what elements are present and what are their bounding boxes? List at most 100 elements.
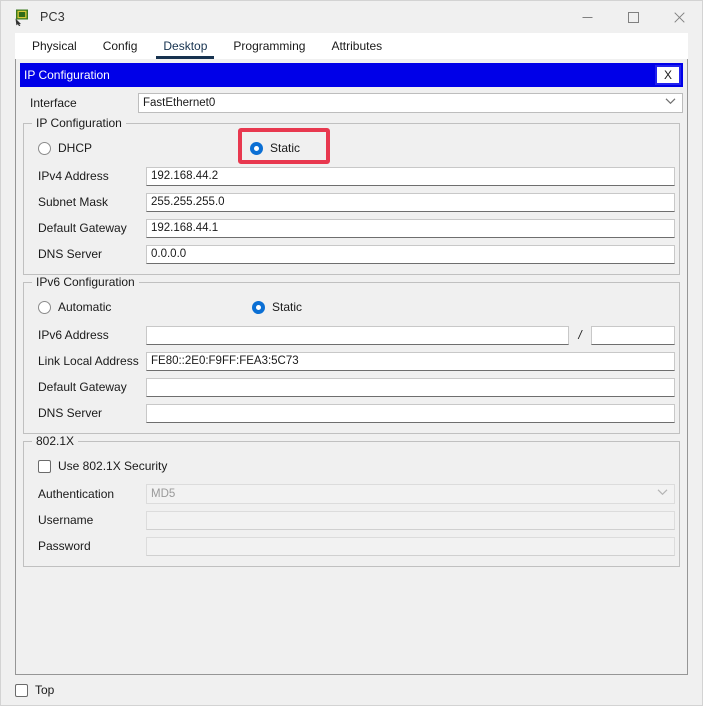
- use-dot1x-security-checkbox[interactable]: [38, 460, 51, 473]
- ipv6-automatic-radio-icon[interactable]: [38, 301, 51, 314]
- tab-attributes-label: Attributes: [331, 39, 382, 53]
- dot1x-enable-row: Use 802.1X Security: [28, 451, 675, 481]
- ipv6-static-radio-icon[interactable]: [252, 301, 265, 314]
- ipv4-address-value: 192.168.44.2: [151, 170, 218, 182]
- ipv6-prefix-separator: /: [569, 328, 591, 342]
- ipv6-configuration-group: IPv6 Configuration Automatic Static: [23, 282, 680, 434]
- password-row: Password: [28, 533, 675, 559]
- ipv6-static-radio-option[interactable]: Static: [252, 300, 302, 314]
- tab-strip-container: Physical Config Desktop Programming Attr…: [1, 33, 702, 59]
- minimize-button[interactable]: [564, 1, 610, 33]
- ipv6-address-input[interactable]: [146, 326, 569, 345]
- username-input[interactable]: [146, 511, 675, 530]
- ipv6-default-gateway-row: Default Gateway: [28, 374, 675, 400]
- ipv6-dns-server-label: DNS Server: [28, 406, 146, 420]
- static-radio-option[interactable]: Static: [250, 141, 300, 155]
- link-local-address-label: Link Local Address: [28, 354, 146, 368]
- subnet-mask-input[interactable]: 255.255.255.0: [146, 193, 675, 212]
- authentication-select[interactable]: MD5: [146, 484, 675, 504]
- ipv6-address-group: /: [146, 326, 675, 345]
- ipv4-dns-server-label: DNS Server: [28, 247, 146, 261]
- tab-desktop[interactable]: Desktop: [150, 33, 220, 59]
- authentication-label: Authentication: [28, 487, 146, 501]
- ipv6-group-body: Automatic Static IPv6 Address /: [28, 283, 675, 426]
- ipv4-default-gateway-label: Default Gateway: [28, 221, 146, 235]
- ipv6-static-label: Static: [272, 300, 302, 314]
- chevron-down-icon: [657, 487, 668, 499]
- dot1x-group-title: 802.1X: [32, 434, 78, 448]
- ipv4-configuration-group: IP Configuration DHCP Static: [23, 123, 680, 275]
- ipv6-dns-server-input[interactable]: [146, 404, 675, 423]
- link-local-address-input[interactable]: FE80::2E0:F9FF:FEA3:5C73: [146, 352, 675, 371]
- ipv4-address-input[interactable]: 192.168.44.2: [146, 167, 675, 186]
- username-label: Username: [28, 513, 146, 527]
- ipv6-dns-server-row: DNS Server: [28, 400, 675, 426]
- desktop-panel: IP Configuration X Interface FastEtherne…: [15, 59, 688, 675]
- ipv4-address-label: IPv4 Address: [28, 169, 146, 183]
- packet-tracer-pc-icon: [13, 8, 31, 26]
- static-radio-icon[interactable]: [250, 142, 263, 155]
- ipv6-address-row: IPv6 Address /: [28, 322, 675, 348]
- ipv6-default-gateway-label: Default Gateway: [28, 380, 146, 394]
- tab-programming[interactable]: Programming: [220, 33, 318, 59]
- dialog-close-button[interactable]: X: [655, 65, 681, 85]
- interface-label: Interface: [20, 96, 138, 110]
- interface-value: FastEthernet0: [143, 97, 215, 109]
- subnet-mask-value: 255.255.255.0: [151, 196, 225, 208]
- ipv6-group-title: IPv6 Configuration: [32, 275, 139, 289]
- panel-container: IP Configuration X Interface FastEtherne…: [1, 59, 702, 675]
- interface-select[interactable]: FastEthernet0: [138, 93, 683, 113]
- ipv6-automatic-label: Automatic: [58, 300, 111, 314]
- password-label: Password: [28, 539, 146, 553]
- ipv4-default-gateway-input[interactable]: 192.168.44.1: [146, 219, 675, 238]
- tab-programming-label: Programming: [233, 39, 305, 53]
- ipv6-address-label: IPv6 Address: [28, 328, 146, 342]
- title-bar: PC3: [1, 1, 702, 33]
- link-local-address-row: Link Local Address FE80::2E0:F9FF:FEA3:5…: [28, 348, 675, 374]
- panel-filler: [20, 567, 683, 674]
- use-dot1x-security-option[interactable]: Use 802.1X Security: [28, 459, 167, 473]
- tab-attributes[interactable]: Attributes: [318, 33, 395, 59]
- ip-configuration-header: IP Configuration X: [20, 63, 683, 87]
- window-title: PC3: [40, 10, 65, 24]
- ipv4-default-gateway-value: 192.168.44.1: [151, 222, 218, 234]
- dot1x-group: 802.1X Use 802.1X Security Authenticatio…: [23, 441, 680, 567]
- pc-device-window: PC3 Physical Config Desktop Programming …: [0, 0, 703, 706]
- interface-row: Interface FastEthernet0: [20, 90, 683, 116]
- subnet-mask-label: Subnet Mask: [28, 195, 146, 209]
- ipv6-mode-row: Automatic Static: [28, 292, 675, 322]
- static-label: Static: [270, 141, 300, 155]
- dhcp-label: DHCP: [58, 141, 92, 155]
- authentication-value: MD5: [151, 488, 175, 500]
- username-row: Username: [28, 507, 675, 533]
- ipv6-default-gateway-input[interactable]: [146, 378, 675, 397]
- footer-bar: Top: [1, 675, 702, 705]
- ipv4-mode-row: DHCP Static: [28, 133, 675, 163]
- ipv4-dns-server-input[interactable]: 0.0.0.0: [146, 245, 675, 264]
- tab-config[interactable]: Config: [90, 33, 151, 59]
- dhcp-radio-option[interactable]: DHCP: [28, 141, 146, 155]
- dot1x-group-body: Use 802.1X Security Authentication MD5: [28, 442, 675, 559]
- authentication-row: Authentication MD5: [28, 481, 675, 507]
- dhcp-radio-icon[interactable]: [38, 142, 51, 155]
- ipv6-prefix-input[interactable]: [591, 326, 675, 345]
- subnet-mask-row: Subnet Mask 255.255.255.0: [28, 189, 675, 215]
- tab-physical-label: Physical: [32, 39, 77, 53]
- chevron-down-icon: [665, 96, 676, 108]
- ipv4-dns-server-value: 0.0.0.0: [151, 248, 186, 260]
- ipv4-default-gateway-row: Default Gateway 192.168.44.1: [28, 215, 675, 241]
- maximize-button[interactable]: [610, 1, 656, 33]
- tab-strip: Physical Config Desktop Programming Attr…: [15, 33, 688, 59]
- ipv6-automatic-radio-option[interactable]: Automatic: [28, 300, 146, 314]
- password-input[interactable]: [146, 537, 675, 556]
- ip-configuration-title: IP Configuration: [24, 68, 110, 82]
- top-checkbox[interactable]: [15, 684, 28, 697]
- tab-physical[interactable]: Physical: [19, 33, 90, 59]
- tab-config-label: Config: [103, 39, 138, 53]
- tab-desktop-label: Desktop: [163, 39, 207, 53]
- ipv4-group-title: IP Configuration: [32, 116, 126, 130]
- top-label: Top: [35, 683, 54, 697]
- ipv4-dns-server-row: DNS Server 0.0.0.0: [28, 241, 675, 267]
- ipv4-address-row: IPv4 Address 192.168.44.2: [28, 163, 675, 189]
- close-button[interactable]: [656, 1, 702, 33]
